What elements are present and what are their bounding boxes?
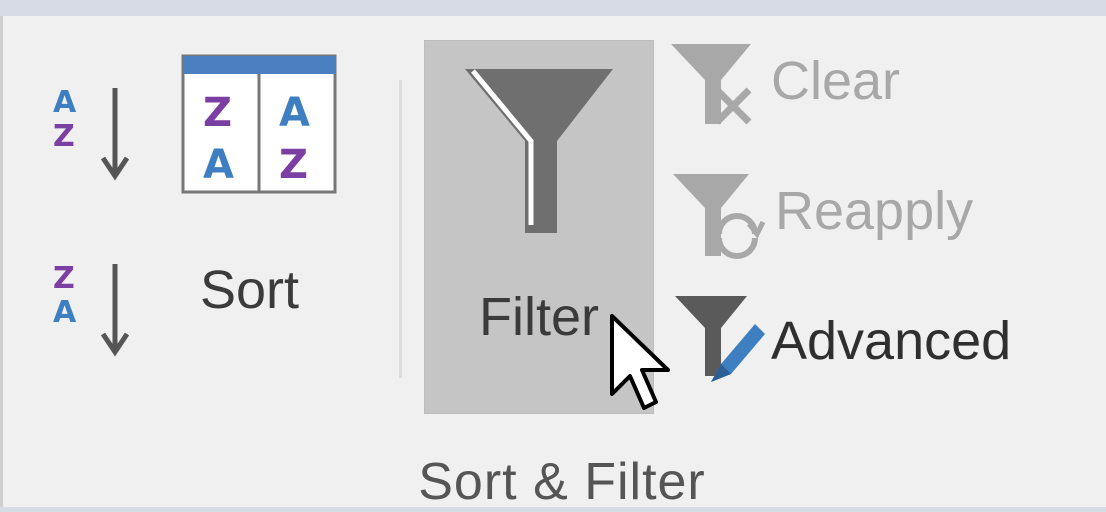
clear-button-label: Clear bbox=[771, 51, 901, 111]
sort-dialog-col1-bottom: A bbox=[203, 142, 234, 188]
sort-az-letter-bottom: Z bbox=[53, 119, 75, 154]
group-label-text: Sort & Filter bbox=[418, 453, 706, 511]
sort-za-letter-top: Z bbox=[53, 261, 75, 296]
clear-button[interactable]: Clear bbox=[667, 38, 927, 128]
mouse-pointer-icon bbox=[610, 314, 670, 410]
clear-filter-icon bbox=[671, 44, 752, 125]
group-separator bbox=[399, 80, 402, 378]
sort-ascending-icon: A Z bbox=[53, 85, 130, 181]
sort-dialog-icon: Z A A Z bbox=[181, 54, 337, 194]
sort-dialog-col1-top: Z bbox=[203, 90, 232, 136]
sort-za-letter-bottom: A bbox=[53, 295, 77, 330]
sort-button-label: Sort bbox=[200, 260, 300, 320]
sort-dialog-col2-top: A bbox=[279, 90, 310, 136]
sort-z-to-a-button[interactable]: Z A bbox=[49, 252, 139, 372]
sort-a-to-z-button[interactable]: A Z bbox=[49, 76, 139, 196]
reapply-button-label: Reapply bbox=[775, 181, 974, 241]
sort-descending-icon: Z A bbox=[53, 261, 130, 357]
sort-az-letter-top: A bbox=[53, 85, 77, 120]
funnel-icon bbox=[465, 69, 613, 233]
group-label: Sort & Filter bbox=[3, 452, 1106, 512]
reapply-button[interactable]: Reapply bbox=[667, 166, 1007, 262]
sort-dialog-col2-bottom: Z bbox=[279, 142, 308, 188]
advanced-filter-icon bbox=[675, 296, 765, 382]
advanced-button-label: Advanced bbox=[771, 311, 1012, 371]
reapply-filter-icon bbox=[673, 174, 766, 259]
advanced-button[interactable]: Advanced bbox=[667, 294, 1067, 394]
sort-filter-group: A Z Z A Z A A Z Sort Filter Clear Reappl… bbox=[0, 16, 1106, 511]
